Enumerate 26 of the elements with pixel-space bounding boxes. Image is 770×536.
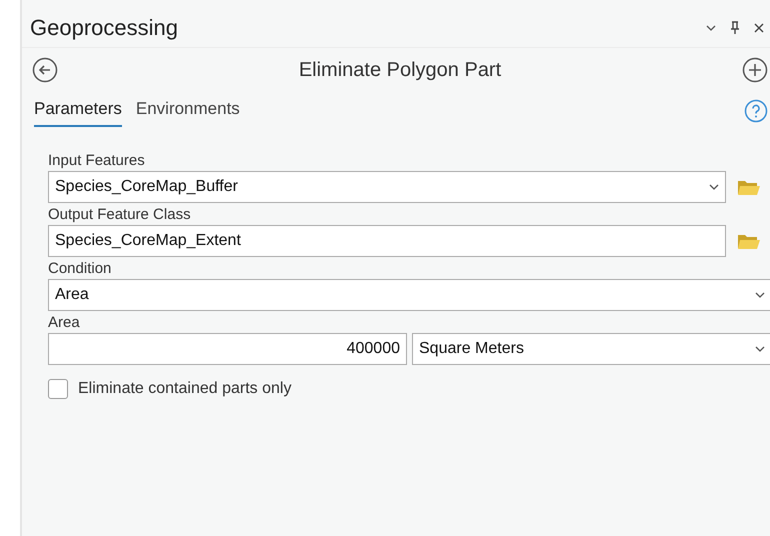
input-field[interactable]: Species_CoreMap_Extent [48,224,726,256]
parameter-label: Area [48,312,81,332]
close-button[interactable] [752,20,766,34]
back-button[interactable] [32,57,58,83]
checkbox[interactable] [48,378,68,398]
unit-dropdown[interactable]: Square Meters [412,332,770,364]
add-button[interactable] [742,57,768,83]
pin-icon [730,20,740,34]
dropdown-field[interactable]: Species_CoreMap_Buffer [48,170,726,202]
tab[interactable]: Parameters [34,96,122,126]
pin-button[interactable] [728,18,742,36]
close-icon [754,22,764,32]
parameter-label: Condition [48,258,112,278]
dropdown-field[interactable]: Area [48,278,770,310]
chevron-down-icon [706,24,716,30]
checkbox-label: Eliminate contained parts only [78,378,292,398]
tool-title: Eliminate Polygon Part [298,58,502,83]
input-field[interactable]: 400000 [48,332,407,364]
panel-title: Geoprocessing [30,14,178,42]
options-button[interactable] [704,22,718,32]
help-icon [744,99,768,124]
parameter-label: Output Feature Class [48,204,192,224]
plus-icon [742,57,768,83]
parameter-label: Input Features [48,150,146,170]
help-button[interactable] [744,99,768,124]
tab[interactable]: Environments [136,96,240,126]
